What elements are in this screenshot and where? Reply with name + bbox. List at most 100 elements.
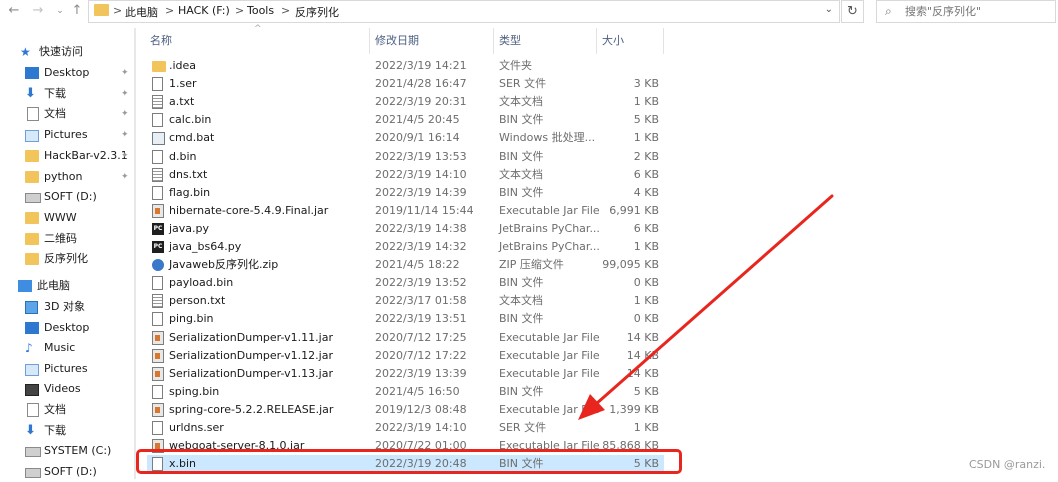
nav-item-label: Desktop	[44, 320, 90, 334]
file-row[interactable]: person.txt 2022/3/17 01:58 文本文档 1 KB	[147, 292, 664, 310]
nav-item-label: SYSTEM (C:)	[44, 444, 112, 458]
file-date: 2022/3/17 01:58	[375, 294, 467, 308]
refresh-icon[interactable]: ↻	[841, 0, 864, 23]
nav-item[interactable]: Videos	[25, 379, 134, 399]
file-date: 2021/4/5 18:22	[375, 258, 460, 272]
column-header-name[interactable]: 名称	[150, 28, 172, 54]
file-row[interactable]: sping.bin 2021/4/5 16:50 BIN 文件 5 KB	[147, 383, 664, 401]
nav-pane-divider	[134, 28, 136, 479]
nav-item[interactable]: Desktop	[25, 318, 134, 338]
file-row[interactable]: SerializationDumper-v1.11.jar 2020/7/12 1…	[147, 329, 664, 347]
file-size: 3 KB	[633, 77, 659, 91]
file-size: 6,991 KB	[609, 203, 659, 217]
pin-icon[interactable]: ✦	[121, 84, 129, 104]
back-arrow-icon[interactable]: ←	[6, 3, 22, 19]
address-bar[interactable]: > 此电脑 > HACK (F:) > Tools > 反序列化 ⌄	[88, 0, 840, 23]
file-date: 2019/11/14 15:44	[375, 203, 474, 217]
nav-item[interactable]: 反序列化	[25, 249, 134, 269]
nav-item[interactable]: HackBar-v2.3.1 ✦	[25, 146, 134, 166]
file-row[interactable]: hibernate-core-5.4.9.Final.jar 2019/11/14…	[147, 202, 664, 220]
star-icon: ★	[20, 45, 31, 59]
chevron-down-icon[interactable]: ⌄	[825, 4, 833, 15]
file-row[interactable]: PC java.py 2022/3/19 14:38 JetBrains PyChar…	[147, 220, 664, 238]
folder-icon	[152, 61, 166, 72]
file-row[interactable]: SerializationDumper-v1.13.jar 2022/3/19 1…	[147, 365, 664, 383]
file-row[interactable]: flag.bin 2022/3/19 14:39 BIN 文件 4 KB	[147, 184, 664, 202]
column-divider[interactable]	[596, 28, 597, 54]
search-box[interactable]: ⌕	[876, 0, 1056, 23]
folder-icon	[25, 232, 39, 245]
file-date: 2022/3/19 13:52	[375, 276, 467, 290]
nav-item[interactable]: 文档 ✦	[25, 104, 134, 124]
file-row[interactable]: urldns.ser 2022/3/19 14:10 SER 文件 1 KB	[147, 419, 664, 437]
nav-item-label: WWW	[44, 210, 77, 224]
column-divider[interactable]	[663, 28, 664, 54]
file-row[interactable]: 1.ser 2021/4/28 16:47 SER 文件 3 KB	[147, 75, 664, 93]
nav-item[interactable]: 二维码	[25, 229, 134, 249]
file-type: BIN 文件	[499, 185, 544, 199]
breadcrumb-current-folder[interactable]: 反序列化	[295, 4, 339, 20]
file-size: 1 KB	[633, 240, 659, 253]
pin-icon[interactable]: ✦	[121, 146, 129, 166]
pin-icon[interactable]: ✦	[121, 104, 129, 124]
highlight-box	[136, 449, 682, 474]
file-row[interactable]: a.txt 2022/3/19 20:31 文本文档 1 KB	[147, 93, 664, 111]
pin-icon[interactable]: ✦	[121, 167, 129, 187]
file-row[interactable]: Javaweb反序列化.zip 2021/4/5 18:22 ZIP 压缩文件 99,…	[147, 256, 664, 274]
column-divider[interactable]	[493, 28, 494, 54]
file-size: 14 KB	[626, 366, 659, 380]
nav-item[interactable]: Desktop ✦	[25, 63, 134, 83]
file-row[interactable]: d.bin 2022/3/19 13:53 BIN 文件 2 KB	[147, 148, 664, 166]
folder-icon	[25, 149, 39, 162]
nav-item[interactable]: ♪ Music	[25, 338, 134, 358]
pin-icon[interactable]: ✦	[121, 125, 129, 145]
nav-item[interactable]: 3D 对象	[25, 297, 134, 317]
breadcrumb-tools[interactable]: Tools	[247, 4, 274, 17]
file-type: BIN 文件	[499, 276, 544, 290]
file-size: 2 KB	[633, 149, 659, 163]
file-row[interactable]: payload.bin 2022/3/19 13:52 BIN 文件 0 KB	[147, 274, 664, 292]
nav-item[interactable]: Pictures	[25, 359, 134, 379]
column-header-type[interactable]: 类型	[499, 28, 521, 54]
nav-item-label: 下载	[44, 423, 66, 437]
music-icon: ♪	[25, 341, 33, 356]
file-type: BIN 文件	[499, 384, 544, 398]
column-header-date[interactable]: 修改日期	[375, 28, 419, 54]
search-input[interactable]	[905, 3, 1050, 19]
file-row[interactable]: dns.txt 2022/3/19 14:10 文本文档 6 KB	[147, 166, 664, 184]
file-row[interactable]: .idea 2022/3/19 14:21 文件夹	[147, 57, 664, 75]
file-date: 2022/3/19 14:21	[375, 59, 467, 72]
file-row[interactable]: SerializationDumper-v1.12.jar 2020/7/12 1…	[147, 347, 664, 365]
nav-item[interactable]: python ✦	[25, 167, 134, 187]
up-arrow-icon[interactable]: ↑	[69, 3, 85, 19]
file-row[interactable]: ping.bin 2022/3/19 13:51 BIN 文件 0 KB	[147, 310, 664, 328]
nav-item[interactable]: WWW	[25, 208, 134, 228]
file-row[interactable]: PC java_bs64.py 2022/3/19 14:32 JetBrains P…	[147, 238, 664, 256]
nav-item[interactable]: SYSTEM (C:)	[25, 441, 134, 461]
breadcrumb-separator: >	[281, 4, 291, 17]
column-header-size[interactable]: 大小	[602, 28, 624, 54]
forward-arrow-icon[interactable]: →	[30, 3, 46, 19]
nav-item[interactable]: 文档	[25, 400, 134, 420]
nav-item-label: 快速访问	[39, 45, 83, 58]
nav-item[interactable]: ⬇ 下载	[25, 421, 134, 441]
file-size: 0 KB	[633, 312, 659, 326]
nav-item[interactable]: Pictures ✦	[25, 125, 134, 145]
file-row[interactable]: cmd.bat 2020/9/1 16:14 Windows 批处理... 1 KB	[147, 129, 664, 147]
pin-icon[interactable]: ✦	[121, 63, 129, 83]
recent-locations-chevron-icon[interactable]: ⌄	[52, 3, 68, 19]
nav-item[interactable]: ⬇ 下载 ✦	[25, 84, 134, 104]
nav-item[interactable]: SOFT (D:)	[25, 187, 134, 207]
column-divider[interactable]	[369, 28, 370, 54]
file-name: Javaweb反序列化.zip	[169, 258, 279, 272]
breadcrumb-drive[interactable]: HACK (F:)	[178, 4, 230, 17]
document-icon	[27, 107, 39, 122]
file-type: 文件夹	[499, 59, 532, 72]
file-row[interactable]: calc.bin 2021/4/5 20:45 BIN 文件 5 KB	[147, 111, 664, 129]
file-date: 2021/4/5 16:50	[375, 384, 460, 398]
breadcrumb-separator: >	[165, 4, 175, 17]
breadcrumb-this-pc[interactable]: 此电脑	[125, 4, 158, 20]
file-row[interactable]: spring-core-5.2.2.RELEASE.jar 2019/12/3 0…	[147, 401, 664, 419]
folder-icon	[94, 4, 109, 16]
nav-item-label: Music	[44, 341, 76, 355]
